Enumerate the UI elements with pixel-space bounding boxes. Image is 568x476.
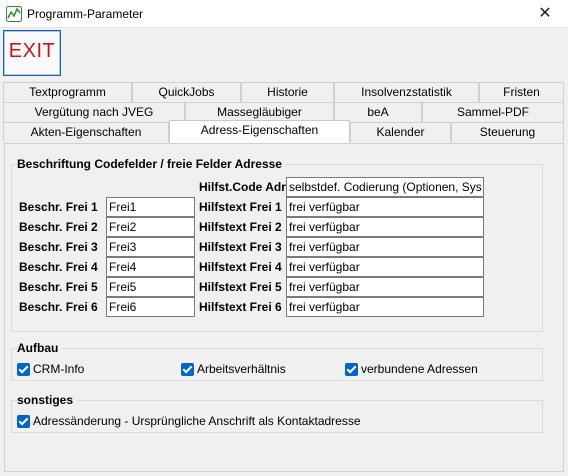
close-icon: ✕	[538, 5, 552, 22]
tab-textprogramm[interactable]: Textprogramm	[3, 82, 132, 102]
hilfstext-frei-1-field[interactable]: frei verfügbar	[286, 197, 484, 217]
hilfstext-frei-1-label: Hilfstext Frei 1	[199, 200, 282, 214]
hilfstext-frei-2-label: Hilfstext Frei 2	[199, 220, 282, 234]
close-button[interactable]: ✕	[522, 0, 568, 28]
hilfst-code-field[interactable]: selbstdef. Codierung (Optionen, Sys	[286, 177, 484, 197]
beschr-frei-4-label: Beschr. Frei 4	[19, 260, 98, 274]
verbundene-adressen-label: verbundene Adressen	[361, 362, 478, 376]
tab-insolvenzstatistik[interactable]: Insolvenzstatistik	[334, 82, 479, 102]
hilfstext-frei-4-label: Hilfstext Frei 4	[199, 260, 282, 274]
title-bar: Programm-Parameter ✕	[0, 0, 568, 28]
tab-bea[interactable]: beA	[334, 102, 422, 122]
beschr-frei-4-field[interactable]: Frei4	[106, 257, 195, 277]
verbundene-adressen-checkbox[interactable]: verbundene Adressen	[345, 362, 478, 376]
hilfstext-frei-6-label: Hilfstext Frei 6	[199, 300, 282, 314]
aufbau-title: Aufbau	[17, 341, 63, 355]
window-title: Programm-Parameter	[27, 7, 144, 21]
tab-massegläubiger[interactable]: Massegläubiger	[185, 102, 334, 122]
arbeitsverhaeltnis-checkbox[interactable]: Arbeitsverhältnis	[181, 362, 286, 376]
crm-info-checkbox[interactable]: CRM-Info	[17, 362, 84, 376]
tab-fristen[interactable]: Fristen	[479, 82, 564, 102]
tab-kalender[interactable]: Kalender	[350, 122, 451, 142]
sonstiges-title: sonstiges	[17, 393, 78, 407]
hilfstext-frei-3-label: Hilfstext Frei 3	[199, 240, 282, 254]
beschr-frei-3-label: Beschr. Frei 3	[19, 240, 98, 254]
hilfstext-frei-2-field[interactable]: frei verfügbar	[286, 217, 484, 237]
hilfstext-frei-6-field[interactable]: frei verfügbar	[286, 297, 484, 317]
tab-quickjobs[interactable]: QuickJobs	[132, 82, 241, 102]
tab-verguetung-jveg[interactable]: Vergütung nach JVEG	[3, 102, 185, 122]
checkbox-checked-icon	[345, 362, 358, 376]
beschr-frei-5-field[interactable]: Frei5	[106, 277, 195, 297]
hilfstext-frei-5-label: Hilfstext Frei 5	[199, 280, 282, 294]
tab-adress-eigenschaften[interactable]: Adress-Eigenschaften	[169, 120, 350, 143]
tab-historie[interactable]: Historie	[241, 82, 334, 102]
checkbox-checked-icon	[17, 414, 30, 428]
crm-info-label: CRM-Info	[33, 362, 85, 376]
toolbar	[0, 28, 568, 80]
beschr-frei-6-label: Beschr. Frei 6	[19, 300, 98, 314]
hilfstext-frei-4-field[interactable]: frei verfügbar	[286, 257, 484, 277]
app-icon	[6, 6, 22, 22]
beschr-frei-5-label: Beschr. Frei 5	[19, 280, 98, 294]
beschr-frei-6-field[interactable]: Frei6	[106, 297, 195, 317]
codefelder-title: Beschriftung Codefelder / freie Felder A…	[17, 157, 286, 171]
hilfstext-frei-5-field[interactable]: frei verfügbar	[286, 277, 484, 297]
adressaenderung-checkbox[interactable]: Adressänderung - Ursprüngliche Anschrift…	[17, 414, 361, 428]
tab-steuerung[interactable]: Steuerung	[451, 122, 564, 142]
checkbox-checked-icon	[17, 362, 30, 376]
arbeitsverhaeltnis-label: Arbeitsverhältnis	[197, 362, 286, 376]
checkbox-checked-icon	[181, 362, 194, 376]
hilfstext-frei-3-field[interactable]: frei verfügbar	[286, 237, 484, 257]
tab-akten-eigenschaften[interactable]: Akten-Eigenschaften	[3, 122, 169, 142]
tab-sammel-pdf[interactable]: Sammel-PDF	[422, 102, 564, 122]
beschr-frei-2-label: Beschr. Frei 2	[19, 220, 98, 234]
beschr-frei-1-label: Beschr. Frei 1	[19, 200, 98, 214]
adressaenderung-label: Adressänderung - Ursprüngliche Anschrift…	[33, 414, 361, 428]
beschr-frei-1-field[interactable]: Frei1	[106, 197, 195, 217]
hilfst-code-label: Hilfst.Code Adr.	[199, 180, 289, 194]
exit-button[interactable]: EXIT	[3, 30, 61, 76]
beschr-frei-3-field[interactable]: Frei3	[106, 237, 195, 257]
beschr-frei-2-field[interactable]: Frei2	[106, 217, 195, 237]
exit-label: EXIT	[8, 40, 56, 62]
